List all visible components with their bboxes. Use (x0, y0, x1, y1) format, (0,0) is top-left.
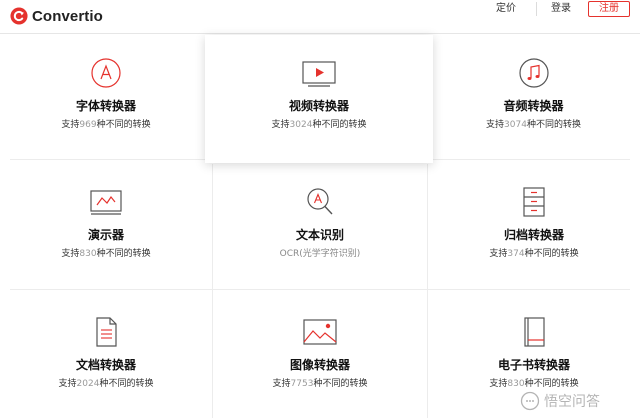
converter-card-document[interactable]: 文档转换器 支持2024种不同的转换 (0, 294, 212, 418)
card-title: 电子书转换器 (497, 358, 570, 372)
watermark: 悟空问答 (520, 390, 600, 412)
card-title: 视频转换器 (288, 99, 349, 113)
document-icon (96, 317, 117, 347)
card-description: 支持3074种不同的转换 (486, 120, 581, 130)
presentation-icon (90, 190, 122, 215)
ebook-icon (524, 317, 545, 347)
card-title: 音频转换器 (503, 99, 564, 113)
card-description: 支持830种不同的转换 (489, 379, 579, 389)
chat-bubble-icon (520, 391, 540, 411)
converter-card-audio[interactable]: 音频转换器 支持3074种不同的转换 (427, 35, 640, 159)
image-icon (303, 319, 337, 345)
card-title: 归档转换器 (503, 228, 564, 242)
font-icon (91, 58, 121, 88)
nav-divider (536, 2, 537, 16)
converter-card-presentation[interactable]: 演示器 支持830种不同的转换 (0, 164, 212, 288)
converter-card-font[interactable]: 字体转换器 支持969种不同的转换 (0, 35, 212, 159)
video-icon (302, 61, 336, 87)
ocr-magnifier-icon (307, 188, 333, 215)
nav-login-link[interactable]: 登录 (551, 3, 571, 15)
card-description: 支持2024种不同的转换 (58, 379, 154, 389)
brand-logo[interactable]: Convertio (10, 5, 103, 27)
card-description: 支持374种不同的转换 (489, 249, 579, 259)
card-description: 支持830种不同的转换 (61, 249, 151, 259)
archive-icon (523, 187, 545, 217)
card-title: 图像转换器 (289, 358, 350, 372)
register-button[interactable]: 注册 (588, 1, 630, 17)
converter-card-image[interactable]: 图像转换器 支持7753种不同的转换 (213, 294, 427, 418)
card-description: 支持7753种不同的转换 (272, 379, 368, 389)
brand-name: Convertio (32, 7, 103, 25)
watermark-text: 悟空问答 (544, 394, 600, 410)
music-note-icon (518, 58, 549, 88)
converter-card-archive[interactable]: 归档转换器 支持374种不同的转换 (428, 164, 640, 288)
card-description: 支持969种不同的转换 (61, 120, 151, 130)
nav-pricing-link[interactable]: 定价 (496, 3, 516, 15)
top-header: Convertio 定价 登录 注册 (0, 0, 640, 34)
card-description: 支持3024种不同的转换 (271, 120, 367, 130)
convertio-logo-icon (10, 7, 28, 25)
converter-card-ocr[interactable]: 文本识别 OCR(光学字符识别) (213, 164, 427, 288)
card-description: OCR(光学字符识别) (279, 249, 361, 259)
card-title: 演示器 (87, 228, 124, 242)
card-title: 字体转换器 (75, 99, 136, 113)
converter-card-video[interactable]: 视频转换器 支持3024种不同的转换 (205, 35, 433, 163)
card-title: 文档转换器 (75, 358, 136, 372)
card-title: 文本识别 (295, 228, 344, 242)
